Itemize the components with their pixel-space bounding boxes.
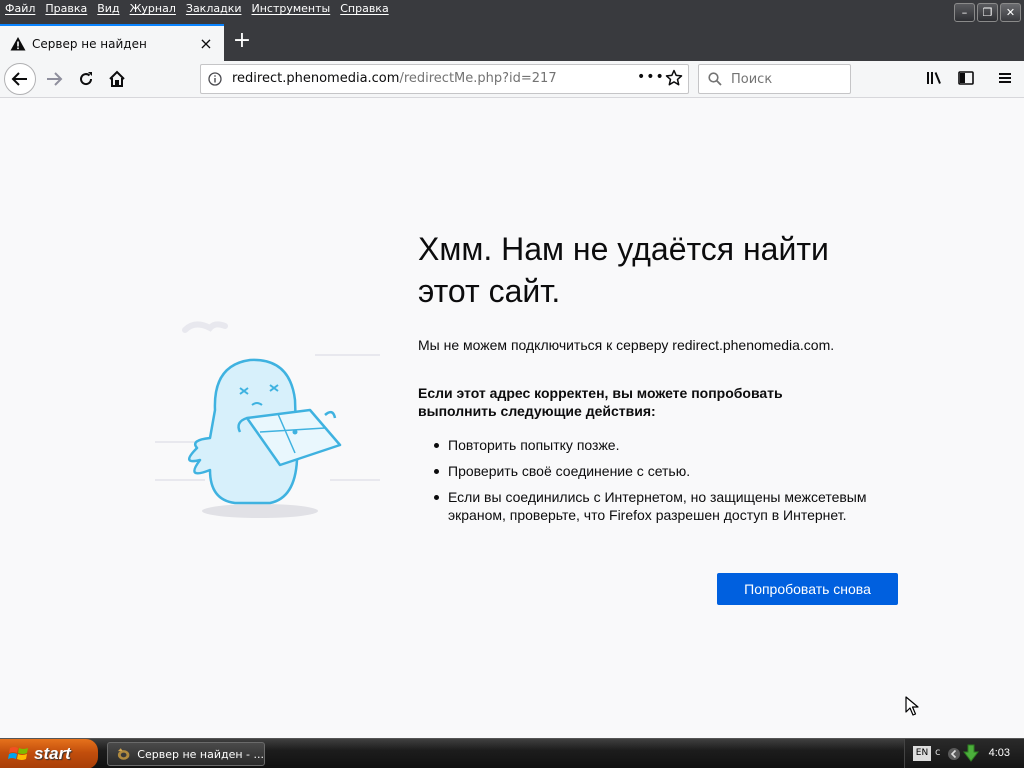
start-label: start — [34, 744, 71, 763]
back-button[interactable] — [4, 63, 36, 95]
taskbar-window-label: Сервер не найден - ... — [137, 747, 264, 761]
menu-file[interactable]: Файл — [0, 0, 40, 18]
search-box[interactable]: Поиск — [698, 64, 851, 94]
minimize-button[interactable]: – — [954, 3, 975, 22]
home-icon — [109, 70, 125, 87]
taskbar-window-button[interactable]: Сервер не найден - ... — [107, 742, 265, 766]
error-title: Хмм. Нам не удаётся найти этот сайт. — [418, 231, 829, 309]
hamburger-menu-icon[interactable] — [996, 69, 1014, 87]
try-again-button[interactable]: Попробовать снова — [717, 573, 898, 605]
error-description: Мы не можем подключиться к серверу redir… — [418, 337, 835, 353]
url-host: redirect.phenomedia.com — [232, 71, 400, 86]
arrow-right-icon — [47, 72, 63, 86]
list-item: Проверить своё соединение с сетью. — [434, 462, 904, 480]
mouse-cursor-icon — [905, 696, 919, 716]
list-item: Повторить попытку позже. — [434, 436, 904, 454]
error-page: Хмм. Нам не удаётся найти этот сайт. Мы … — [0, 98, 1024, 738]
reload-icon — [80, 72, 93, 86]
menu-edit[interactable]: Правка — [40, 0, 92, 18]
url-path: /redirectMe.php?id=217 — [399, 71, 557, 86]
firefox-app-icon — [117, 748, 130, 760]
tab-active[interactable]: Сервер не найден × — [0, 24, 224, 61]
browser-title-area: Файл Правка Вид Журнал Закладки Инструме… — [0, 0, 1024, 61]
suggestion-list: Повторить попытку позже. Проверить своё … — [434, 436, 904, 532]
close-window-button[interactable]: ✕ — [1000, 3, 1021, 22]
tab-title: Сервер не найден — [32, 36, 147, 51]
error-subheading: Если этот адрес корректен, вы можете поп… — [418, 385, 783, 419]
dino-illustration — [155, 321, 380, 518]
home-button[interactable] — [103, 65, 131, 93]
language-indicator[interactable]: EN — [913, 746, 931, 761]
warning-icon — [10, 36, 26, 50]
reload-button[interactable] — [72, 65, 100, 93]
download-arrow-icon[interactable] — [963, 744, 979, 762]
menu-bookmarks[interactable]: Закладки — [181, 0, 247, 18]
sidebar-icon[interactable] — [957, 69, 975, 87]
list-item: Если вы соединились с Интернетом, но защ… — [434, 488, 904, 524]
bookmark-star-icon[interactable] — [665, 69, 683, 87]
menu-history[interactable]: Журнал — [125, 0, 181, 18]
windows-logo-icon — [8, 747, 28, 760]
arrow-left-icon — [11, 72, 27, 86]
url-bar[interactable]: redirect.phenomedia.com/redirectMe.php?i… — [200, 64, 689, 94]
search-placeholder: Поиск — [731, 72, 773, 87]
menu-view[interactable]: Вид — [92, 0, 124, 18]
restore-button[interactable]: ❐ — [977, 3, 998, 22]
navigation-toolbar: redirect.phenomedia.com/redirectMe.php?i… — [0, 61, 1024, 98]
taskbar: start Сервер не найден - ... EN c 4:03 — [0, 738, 1024, 768]
page-actions-icon[interactable]: ••• — [637, 69, 665, 85]
start-button[interactable]: start — [0, 739, 98, 768]
clock: 4:03 — [988, 747, 1010, 759]
menu-tools[interactable]: Инструменты — [247, 0, 336, 18]
search-icon — [708, 72, 722, 86]
new-tab-button[interactable]: + — [230, 30, 254, 54]
info-icon[interactable] — [208, 72, 222, 86]
system-tray: EN c 4:03 — [904, 739, 1024, 768]
url-text[interactable]: redirect.phenomedia.com/redirectMe.php?i… — [232, 71, 557, 86]
forward-button[interactable] — [40, 65, 68, 93]
tray-text: c — [935, 747, 941, 758]
library-icon[interactable] — [925, 69, 943, 87]
menu-bar: Файл Правка Вид Журнал Закладки Инструме… — [0, 0, 394, 18]
tray-expand-icon[interactable] — [947, 747, 961, 761]
close-tab-icon[interactable]: × — [198, 35, 214, 52]
window-controls: – ❐ ✕ — [954, 3, 1021, 22]
menu-help[interactable]: Справка — [335, 0, 393, 18]
